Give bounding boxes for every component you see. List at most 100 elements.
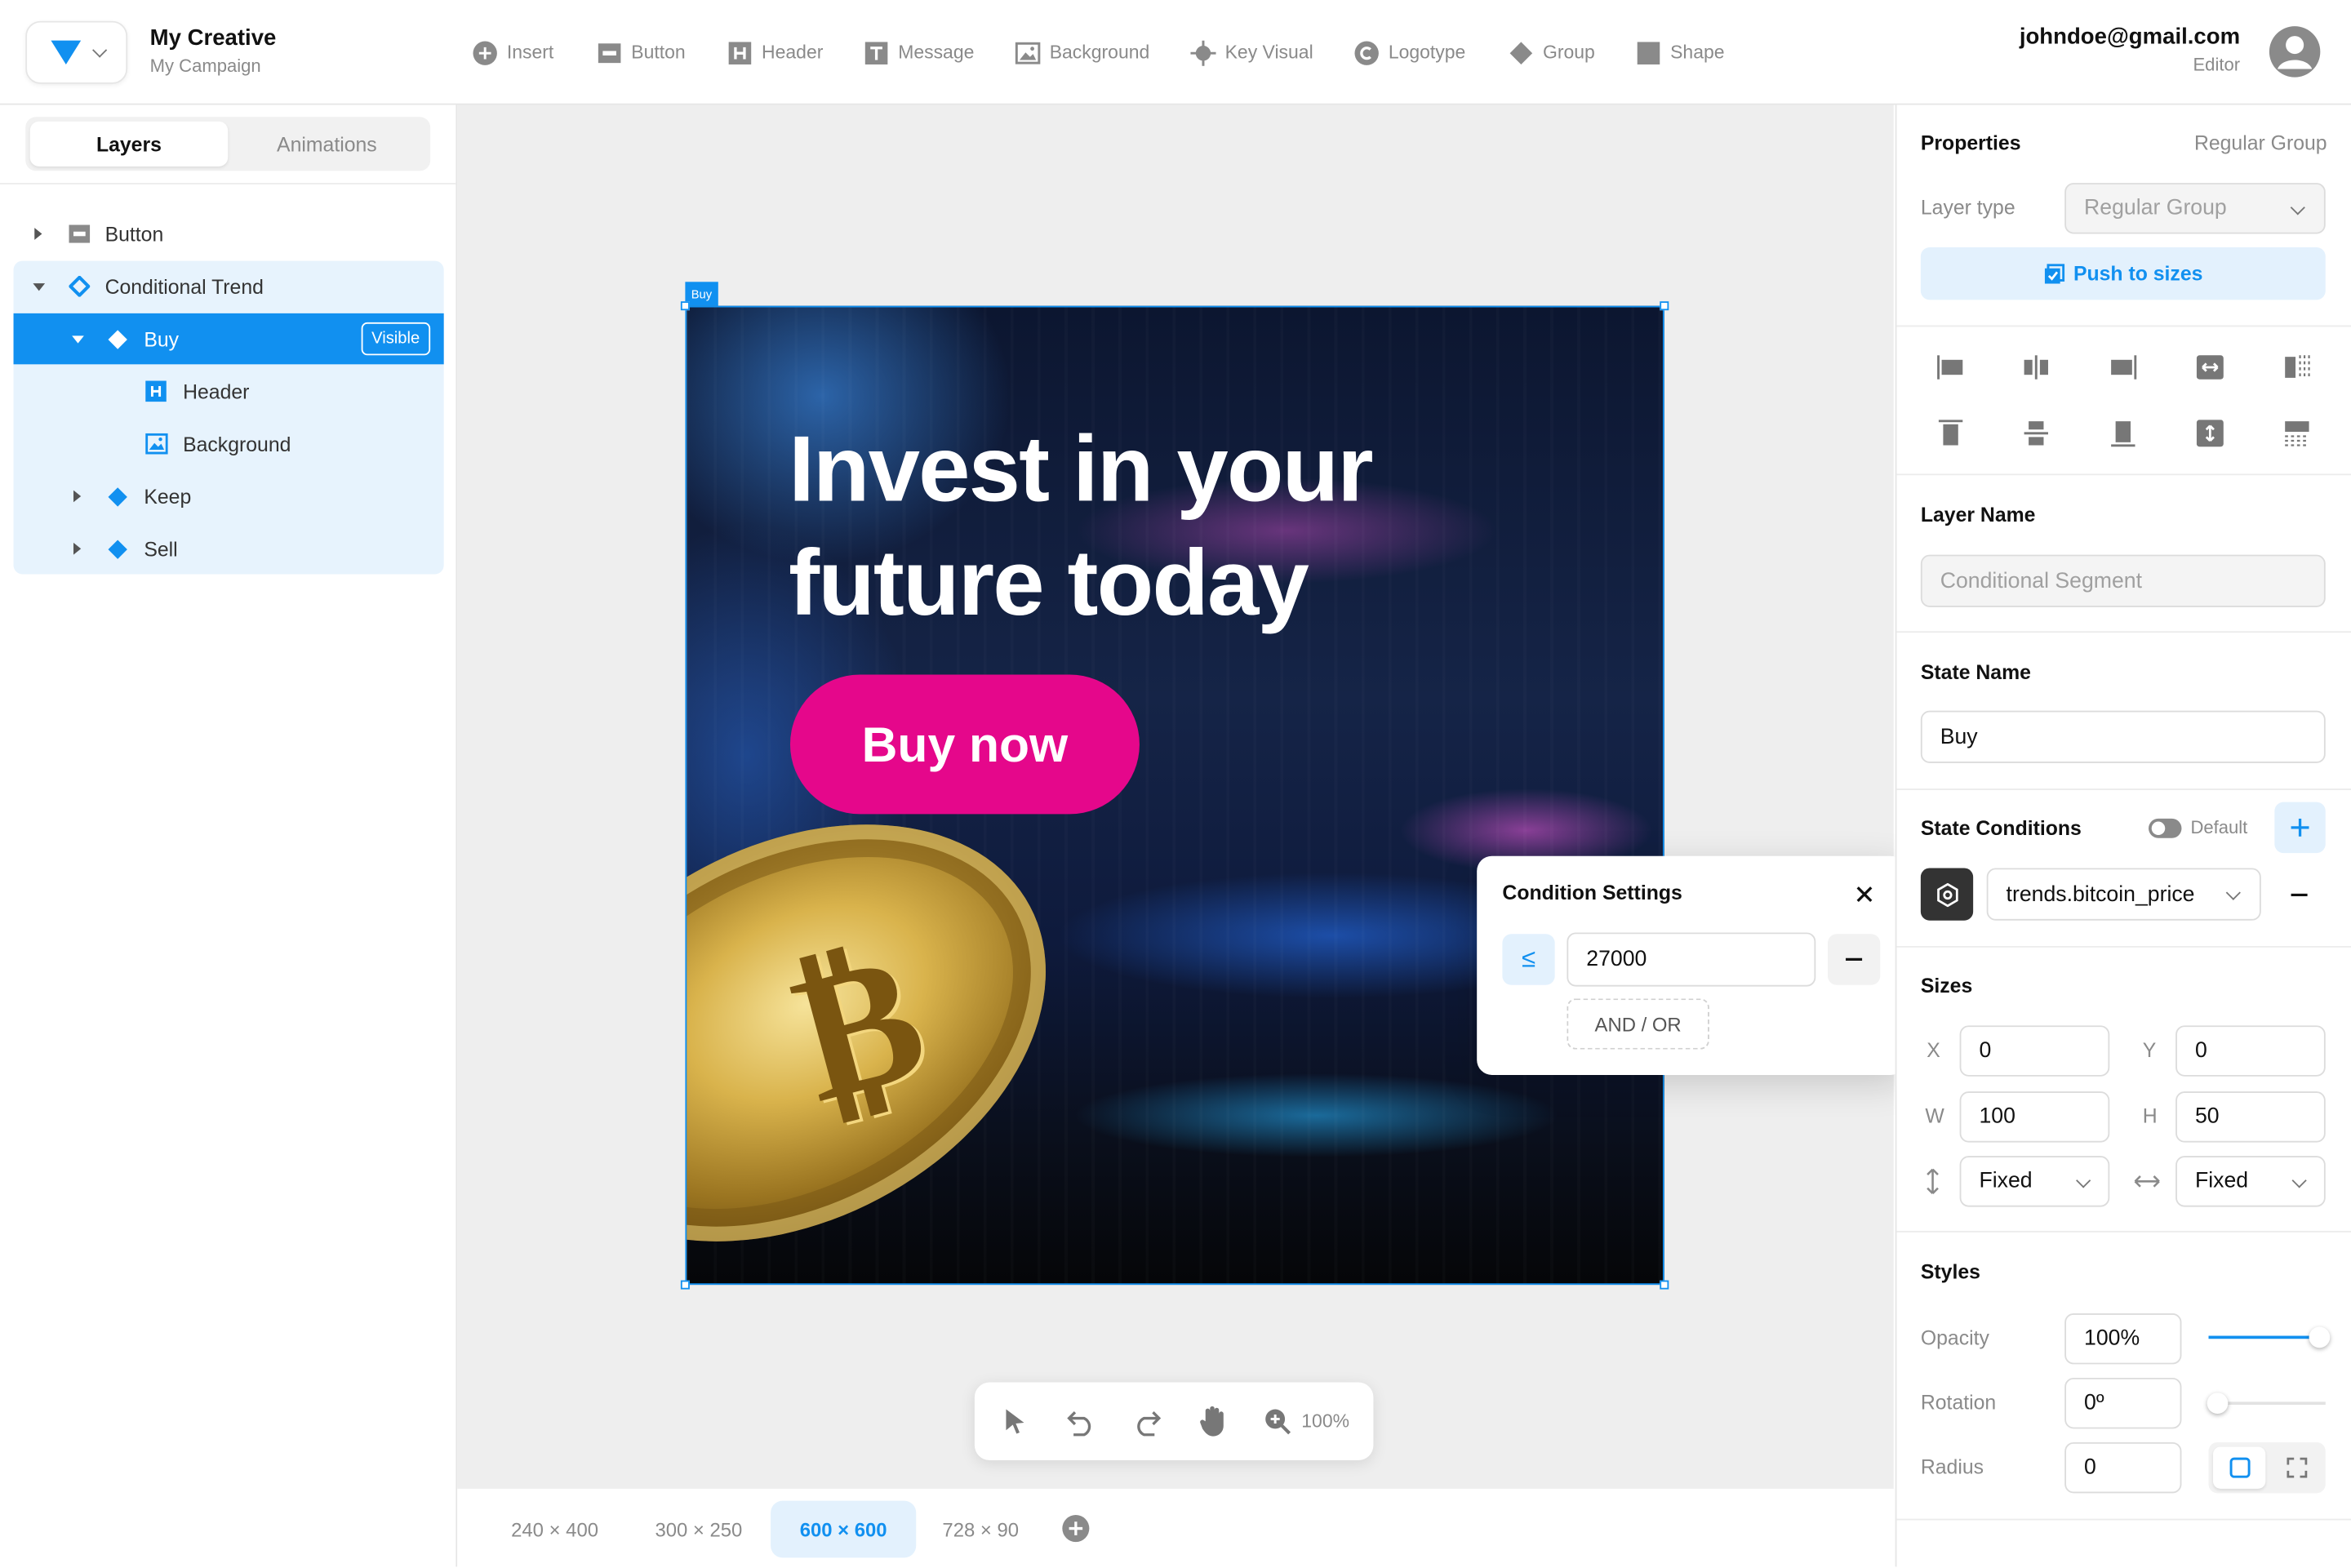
condition-settings-popup: Condition Settings ≤ 27000 AND / OR [1477,855,1906,1075]
pointer-icon[interactable] [1005,1408,1026,1435]
width-mode-select[interactable]: Fixed [2175,1156,2326,1207]
h-label: H [2142,1104,2158,1128]
rotation-input[interactable]: 0º [2064,1377,2182,1429]
group-icon [1509,41,1533,64]
layer-label: Keep [144,485,192,508]
condition-value-input[interactable]: 27000 [1567,932,1816,987]
layer-type-label: Layer type [1920,196,2015,220]
visible-badge[interactable]: Visible [361,322,431,356]
layer-row-button[interactable]: Button [14,208,444,259]
w-input[interactable]: 100 [1959,1091,2110,1143]
close-icon[interactable] [1856,886,1873,903]
toolbar-header-label: Header [762,42,824,64]
and-or-button[interactable]: AND / OR [1567,998,1709,1050]
toolbar-header[interactable]: Header [727,38,824,68]
avatar-icon[interactable] [2269,25,2321,78]
expand-caret-icon[interactable] [73,542,82,555]
expand-caret-icon[interactable] [34,228,42,240]
layer-row-conditional-trend[interactable]: Conditional Trend [14,261,444,312]
layer-name-input[interactable]: Conditional Segment [1920,554,2326,607]
redo-icon[interactable] [1132,1406,1162,1437]
layer-label: Background [183,432,291,455]
x-input[interactable]: 0 [1959,1025,2110,1077]
radius-uniform-button[interactable] [2213,1446,2266,1489]
collapse-caret-icon[interactable] [72,335,84,343]
align-center-h-icon[interactable] [2023,353,2050,380]
layer-row-header[interactable]: Header [14,366,444,416]
collapse-caret-icon[interactable] [33,282,46,291]
operator-button[interactable]: ≤ [1502,934,1555,985]
layer-type-select[interactable]: Regular Group [2064,183,2326,234]
plus-circle-icon [473,40,497,64]
resize-handle[interactable] [680,1280,690,1290]
radius-individual-button[interactable] [2272,1446,2322,1488]
h-input[interactable]: 50 [2175,1091,2326,1143]
opacity-label: Opacity [1920,1326,1989,1350]
rotation-slider[interactable] [2207,1393,2326,1415]
layer-name-title: Layer Name [1920,504,2036,526]
default-toggle[interactable] [2149,818,2182,838]
push-to-sizes-button[interactable]: Push to sizes [1920,247,2326,300]
align-right-icon[interactable] [2109,353,2137,380]
undo-icon[interactable] [1066,1406,1096,1437]
layer-row-background[interactable]: Background [14,418,444,469]
layer-row-buy[interactable]: Buy Visible [13,313,444,365]
opacity-slider-knob[interactable] [2309,1326,2331,1348]
distribute-horizontal-icon[interactable] [2283,353,2310,380]
radius-input[interactable]: 0 [2064,1441,2182,1494]
stretch-vertical-icon[interactable] [2196,420,2224,447]
size-tab[interactable]: 240 × 400 [487,1501,622,1558]
size-tab[interactable]: 728 × 90 [921,1501,1041,1558]
resize-handle[interactable] [1660,301,1669,311]
toolbar-logotype[interactable]: Logotype [1354,38,1465,68]
styles-title: Styles [1920,1260,1980,1284]
height-mode-select[interactable]: Fixed [1959,1156,2110,1207]
diamond-icon [108,486,127,506]
toolbar-button[interactable]: Button [597,38,686,68]
expand-caret-icon[interactable] [73,490,82,503]
distribute-vertical-icon[interactable] [2283,420,2310,446]
y-input[interactable]: 0 [2175,1025,2326,1077]
toolbar-message[interactable]: Message [864,38,974,68]
remove-condition-icon[interactable] [2291,893,2308,897]
add-condition-button[interactable] [2274,802,2326,854]
divider [1896,788,2351,790]
zoom-in-icon[interactable] [1264,1408,1291,1435]
divider [1896,325,2351,327]
toolbar-group[interactable]: Group [1509,38,1595,68]
toolbar-background[interactable]: Background [1015,38,1149,68]
size-tab-active[interactable]: 600 × 600 [771,1500,917,1558]
tab-layers[interactable]: Layers [29,121,229,167]
hand-icon[interactable] [1198,1405,1229,1437]
state-name-input[interactable]: Buy [1920,710,2326,763]
stretch-horizontal-icon[interactable] [2196,353,2224,380]
data-source-button[interactable] [1920,868,1974,921]
sizes-bar: 240 × 400 300 × 250 600 × 600 728 × 90 [457,1487,1894,1568]
layer-row-keep[interactable]: Keep [14,471,444,522]
align-left-icon[interactable] [1937,353,1964,380]
opacity-slider[interactable] [2208,1326,2331,1348]
layer-row-sell[interactable]: Sell [14,523,444,574]
image-icon [1015,41,1041,64]
align-top-icon[interactable] [1937,420,1964,446]
toolbar-key-visual[interactable]: Key Visual [1190,38,1313,68]
sizes-title: Sizes [1920,974,1973,997]
y-label: Y [2142,1038,2157,1062]
opacity-input[interactable]: 100% [2064,1313,2182,1365]
align-bottom-icon[interactable] [2109,420,2136,447]
toggle-knob [2151,821,2166,836]
toolbar-shape[interactable]: Shape [1636,38,1725,68]
align-center-v-icon[interactable] [2023,420,2050,446]
remove-condition-button[interactable] [1827,934,1881,985]
resize-handle[interactable] [680,301,690,311]
app-menu-button[interactable] [25,20,128,84]
tab-animations[interactable]: Animations [228,122,425,167]
zoom-level[interactable]: 100% [1301,1410,1349,1432]
add-size-icon[interactable] [1061,1514,1090,1543]
size-tab[interactable]: 300 × 250 [631,1501,766,1558]
rotation-slider-knob[interactable] [2207,1393,2229,1415]
condition-variable-select[interactable]: trends.bitcoin_price [1986,868,2261,921]
resize-handle[interactable] [1660,1280,1669,1290]
logotype-icon [1354,40,1379,64]
toolbar-insert[interactable]: Insert [473,38,553,68]
